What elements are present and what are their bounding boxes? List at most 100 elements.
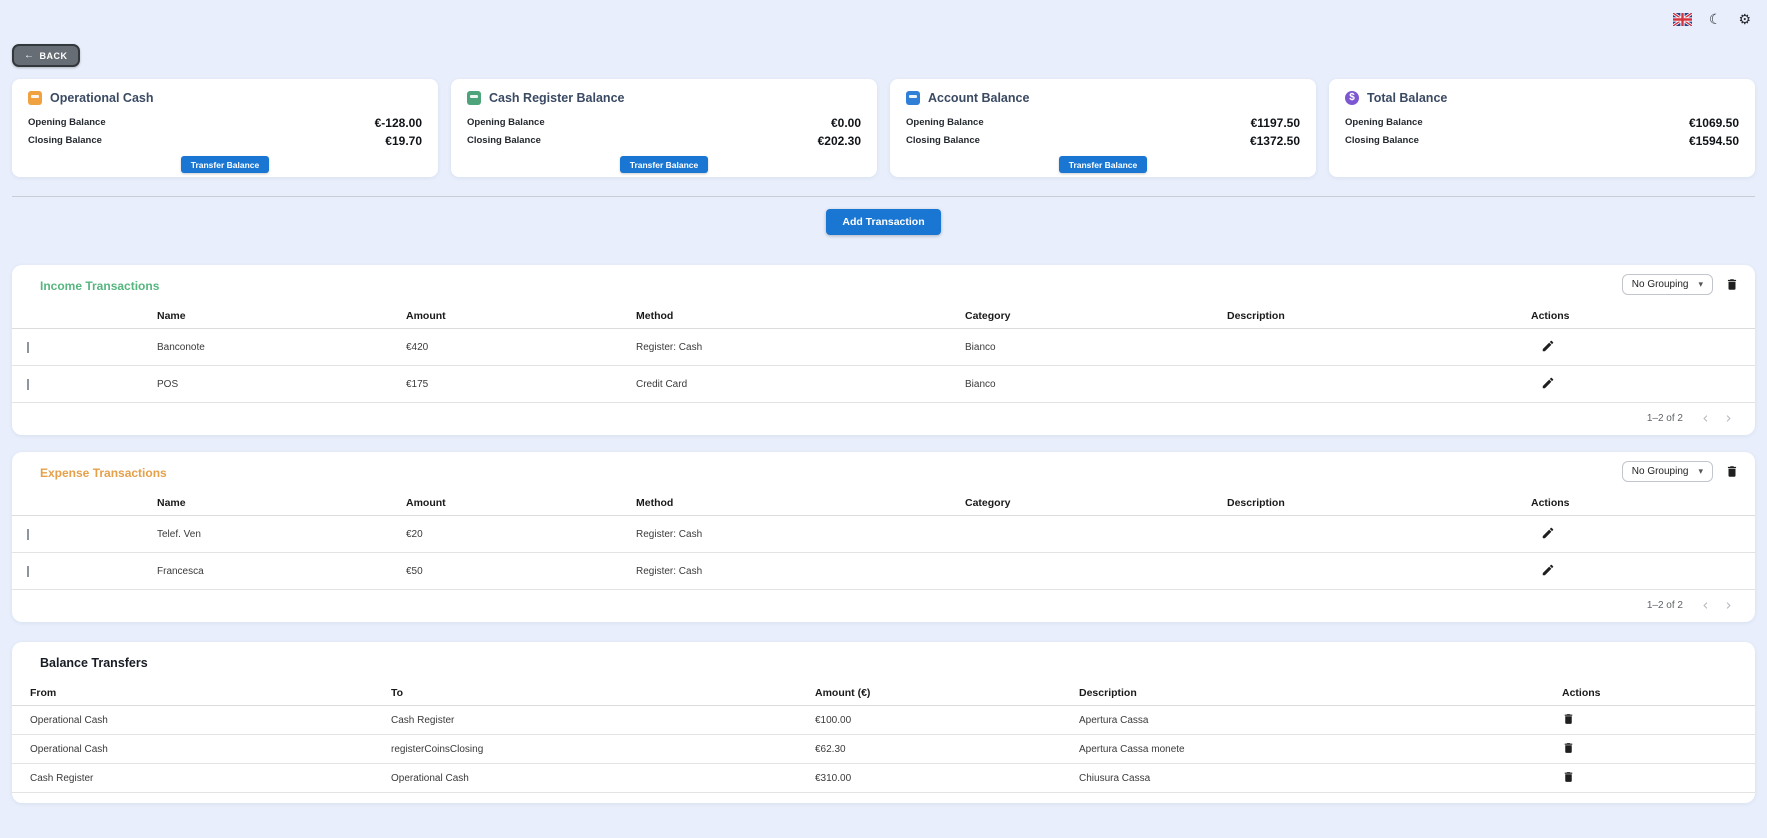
column-header-description: Description — [1079, 686, 1137, 699]
row-checkbox[interactable] — [27, 378, 29, 390]
opening-balance-value: €1069.50 — [1688, 115, 1739, 130]
column-header-amount: Amount — [406, 309, 446, 322]
delete-trash-icon[interactable] — [1562, 741, 1575, 755]
closing-balance-label: Closing Balance — [1345, 135, 1419, 146]
account-balance-card: Account Balance Opening Balance €1197.50… — [890, 79, 1316, 177]
income-transactions-panel: Income Transactions No Grouping ▾ Name A… — [12, 265, 1755, 435]
cell-method: Register: Cash — [636, 565, 703, 577]
edit-pencil-icon[interactable] — [1541, 376, 1555, 390]
section-divider — [12, 196, 1755, 197]
expense-table-row: Telef. Ven €20 Register: Cash — [12, 516, 1755, 553]
topbar: ☾ ⚙ — [0, 0, 1767, 28]
opening-balance-value: €0.00 — [830, 115, 861, 130]
row-checkbox[interactable] — [27, 528, 29, 540]
transfer-balance-button[interactable]: Transfer Balance — [1058, 156, 1148, 173]
column-header-amount: Amount — [406, 496, 446, 509]
opening-balance-label: Opening Balance — [1345, 117, 1423, 128]
income-grouping-dropdown[interactable]: No Grouping ▾ — [1621, 274, 1713, 295]
column-header-category: Category — [965, 309, 1011, 322]
transfer-row: Operational Cash registerCoinsClosing €6… — [12, 735, 1755, 764]
language-flag-icon[interactable] — [1672, 11, 1692, 27]
column-header-actions: Actions — [1531, 496, 1570, 509]
cell-name: Telef. Ven — [157, 528, 201, 540]
cell-amount: €175 — [406, 378, 429, 390]
transfer-balance-button[interactable]: Transfer Balance — [180, 156, 270, 173]
edit-pencil-icon[interactable] — [1541, 526, 1555, 540]
cell-amount: €20 — [406, 528, 423, 540]
expense-table-row: Francesca €50 Register: Cash — [12, 553, 1755, 590]
add-transaction-button[interactable]: Add Transaction — [826, 209, 941, 235]
income-bulk-delete-trash-icon[interactable] — [1725, 277, 1739, 292]
closing-balance-value: €202.30 — [817, 133, 861, 148]
cell-name: POS — [157, 378, 179, 390]
transfer-row: Cash Register Operational Cash €310.00 C… — [12, 764, 1755, 793]
edit-pencil-icon[interactable] — [1541, 563, 1555, 577]
card-title: Operational Cash — [50, 91, 154, 105]
dark-mode-moon-icon[interactable]: ☾ — [1709, 11, 1722, 27]
cell-amount: €50 — [406, 565, 423, 577]
expense-transactions-title: Expense Transactions — [40, 466, 167, 480]
pagination-prev-icon[interactable] — [1699, 412, 1712, 425]
column-header-description: Description — [1227, 496, 1285, 509]
cell-category: Bianco — [965, 378, 996, 390]
pagination-range-label: 1–2 of 2 — [1646, 599, 1683, 611]
expense-pagination: 1–2 of 2 — [12, 590, 1755, 620]
expense-table-header: Name Amount Method Category Description … — [12, 490, 1755, 516]
pagination-next-icon[interactable] — [1722, 599, 1735, 612]
cell-name: Banconote — [157, 341, 205, 353]
transfer-row: Operational Cash Cash Register €100.00 A… — [12, 706, 1755, 735]
cell-method: Credit Card — [636, 378, 688, 390]
pagination-range-label: 1–2 of 2 — [1646, 412, 1683, 424]
delete-trash-icon[interactable] — [1562, 770, 1575, 784]
pagination-next-icon[interactable] — [1722, 412, 1735, 425]
column-header-method: Method — [636, 496, 674, 509]
cash-register-balance-card: Cash Register Balance Opening Balance €0… — [451, 79, 877, 177]
cell-description: Apertura Cassa — [1079, 714, 1149, 726]
column-header-category: Category — [965, 496, 1011, 509]
expense-grouping-dropdown[interactable]: No Grouping ▾ — [1621, 461, 1713, 482]
cell-amount: €100.00 — [815, 714, 852, 726]
balance-transfers-title: Balance Transfers — [40, 656, 148, 670]
cell-amount: €420 — [406, 341, 429, 353]
operational-cash-card: Operational Cash Opening Balance €-128.0… — [12, 79, 438, 177]
opening-balance-value: €1197.50 — [1250, 115, 1300, 130]
cell-name: Francesca — [157, 565, 204, 577]
cell-category: Bianco — [965, 341, 996, 353]
back-button[interactable]: ← BACK — [12, 44, 80, 67]
cell-to: Cash Register — [391, 714, 455, 726]
cell-to: Operational Cash — [391, 772, 469, 784]
expense-bulk-delete-trash-icon[interactable] — [1725, 464, 1739, 479]
column-header-description: Description — [1227, 309, 1285, 322]
closing-balance-label: Closing Balance — [906, 135, 980, 146]
income-transactions-title: Income Transactions — [40, 279, 160, 293]
cell-description: Apertura Cassa monete — [1079, 743, 1185, 755]
transfer-balance-button[interactable]: Transfer Balance — [619, 156, 709, 173]
settings-gear-icon[interactable]: ⚙ — [1738, 11, 1751, 27]
cell-from: Operational Cash — [30, 714, 108, 726]
closing-balance-label: Closing Balance — [28, 135, 102, 146]
back-arrow-icon: ← — [24, 50, 35, 61]
pagination-prev-icon[interactable] — [1699, 599, 1712, 612]
row-checkbox[interactable] — [27, 565, 29, 577]
edit-pencil-icon[interactable] — [1541, 339, 1555, 353]
chevron-down-icon: ▾ — [1698, 466, 1703, 476]
delete-trash-icon[interactable] — [1562, 712, 1575, 726]
account-icon — [906, 91, 920, 105]
cell-amount: €62.30 — [815, 743, 846, 755]
total-balance-card: Total Balance Opening Balance €1069.50 C… — [1329, 79, 1755, 177]
opening-balance-label: Opening Balance — [906, 117, 984, 128]
opening-balance-label: Opening Balance — [28, 117, 106, 128]
register-icon — [467, 91, 481, 105]
expense-transactions-panel: Expense Transactions No Grouping ▾ Name … — [12, 452, 1755, 622]
row-checkbox[interactable] — [27, 341, 29, 353]
column-header-method: Method — [636, 309, 674, 322]
cell-amount: €310.00 — [815, 772, 852, 784]
cell-to: registerCoinsClosing — [391, 743, 484, 755]
transfers-table-header: From To Amount (€) Description Actions — [12, 680, 1755, 706]
grouping-value: No Grouping — [1631, 279, 1689, 290]
closing-balance-label: Closing Balance — [467, 135, 541, 146]
grouping-value: No Grouping — [1631, 466, 1689, 477]
column-header-to: To — [391, 686, 404, 699]
balance-transfers-panel: Balance Transfers From To Amount (€) Des… — [12, 642, 1755, 803]
column-header-actions: Actions — [1531, 309, 1570, 322]
